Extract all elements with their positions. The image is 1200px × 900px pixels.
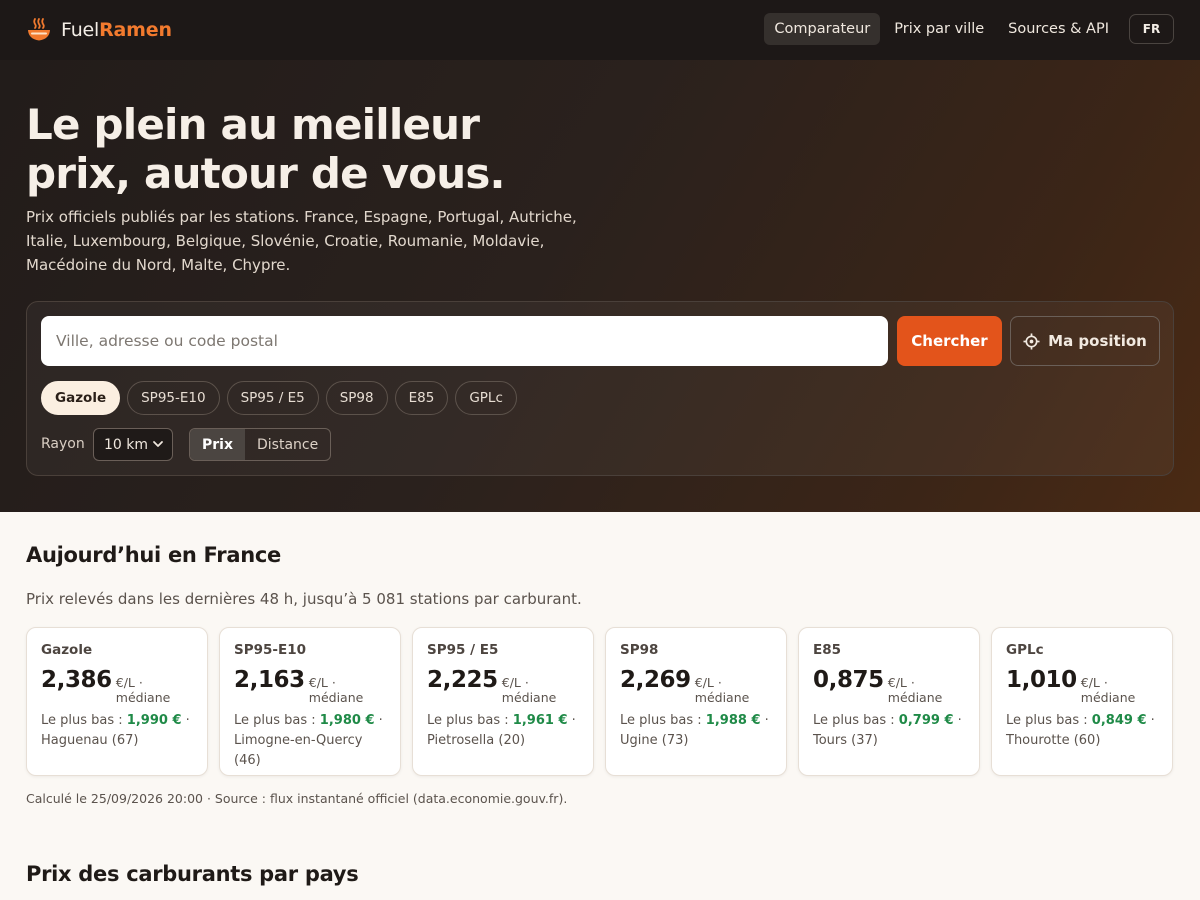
fuel-chip-e85[interactable]: E85 bbox=[394, 381, 449, 415]
card-lowest-price: 1,980 € bbox=[319, 713, 375, 728]
card-fuel-name: Gazole bbox=[41, 642, 93, 658]
brand-name-highlight: Ramen bbox=[99, 19, 172, 41]
today-footnote: Calculé le 25/09/2026 20:00 · Source : f… bbox=[26, 791, 568, 806]
fuel-price-card: Gazole 2,386 €/L · médiane Le plus bas :… bbox=[26, 627, 208, 776]
fuel-price-card: SP95 / E5 2,225 €/L · médiane Le plus ba… bbox=[412, 627, 594, 776]
language-switcher[interactable]: FR bbox=[1129, 14, 1174, 44]
card-fuel-name: SP98 bbox=[620, 642, 659, 658]
ramen-bowl-icon bbox=[26, 17, 52, 43]
my-position-button[interactable]: Ma position bbox=[1010, 316, 1160, 366]
card-lowest-price: 0,799 € bbox=[898, 713, 954, 728]
nav-link-sources-api[interactable]: Sources & API bbox=[998, 13, 1119, 45]
fuel-price-card: SP98 2,269 €/L · médiane Le plus bas : 1… bbox=[605, 627, 787, 776]
card-lowest-info: Le plus bas : 1,988 € · Ugine (73) bbox=[620, 713, 769, 748]
card-unit-label: €/L · médiane bbox=[1080, 675, 1136, 705]
brand-logo[interactable]: FuelRamen bbox=[26, 17, 172, 43]
today-section-subtitle: Prix relevés dans les dernières 48 h, ju… bbox=[26, 590, 582, 608]
brand-name-plain: Fuel bbox=[61, 19, 100, 41]
hero-title: Le plein au meilleur prix, autour de vou… bbox=[26, 100, 586, 198]
fuel-price-card: GPLc 1,010 €/L · médiane Le plus bas : 0… bbox=[991, 627, 1173, 776]
sort-toggle: Prix Distance bbox=[189, 428, 332, 461]
card-lowest-label: Le plus bas : bbox=[427, 713, 513, 728]
hero-title-line-1: Le plein au meilleur bbox=[26, 100, 480, 149]
card-lowest-label: Le plus bas : bbox=[1006, 713, 1092, 728]
card-price-row: 2,225 €/L · médiane bbox=[427, 667, 579, 705]
card-lowest-info: Le plus bas : 1,961 € · Pietrosella (20) bbox=[427, 713, 576, 748]
search-panel: Chercher Ma position Gazole SP95-E10 SP9… bbox=[26, 301, 1174, 476]
card-lowest-price: 1,988 € bbox=[705, 713, 761, 728]
card-price-row: 1,010 €/L · médiane bbox=[1006, 667, 1158, 705]
card-price-row: 2,269 €/L · médiane bbox=[620, 667, 772, 705]
card-lowest-location: Thourotte (60) bbox=[1006, 733, 1101, 748]
sort-option-distance[interactable]: Distance bbox=[245, 429, 330, 460]
card-lowest-label: Le plus bas : bbox=[234, 713, 320, 728]
fuel-chip-gplc[interactable]: GPLc bbox=[455, 381, 517, 415]
top-navigation-bar: FuelRamen Comparateur Prix par ville Sou… bbox=[0, 0, 1200, 60]
card-lowest-label: Le plus bas : bbox=[620, 713, 706, 728]
card-lowest-price: 1,961 € bbox=[512, 713, 568, 728]
radius-select-value: 10 km bbox=[104, 436, 149, 453]
radius-label: Rayon bbox=[41, 436, 85, 452]
main-nav: Comparateur Prix par ville Sources & API… bbox=[760, 13, 1174, 45]
card-median-price: 2,225 bbox=[427, 667, 498, 693]
fuel-chip-sp95-e10[interactable]: SP95-E10 bbox=[127, 381, 220, 415]
fuel-chip-gazole[interactable]: Gazole bbox=[41, 381, 121, 415]
card-price-row: 2,386 €/L · médiane bbox=[41, 667, 193, 705]
card-median-price: 0,875 bbox=[813, 667, 884, 693]
hero-subtitle: Prix officiels publiés par les stations.… bbox=[26, 208, 577, 274]
location-search-input[interactable] bbox=[41, 316, 888, 366]
card-unit-label: €/L · médiane bbox=[308, 675, 364, 705]
card-fuel-name: GPLc bbox=[1006, 642, 1044, 658]
card-fuel-name: SP95 / E5 bbox=[427, 642, 499, 658]
card-fuel-name: E85 bbox=[813, 642, 842, 658]
my-position-label: Ma position bbox=[1048, 332, 1147, 350]
card-price-row: 2,163 €/L · médiane bbox=[234, 667, 386, 705]
card-lowest-location: Tours (37) bbox=[813, 733, 878, 748]
card-lowest-info: Le plus bas : 0,799 € · Tours (37) bbox=[813, 713, 962, 748]
card-lowest-location: Limogne-en-Quercy (46) bbox=[234, 733, 363, 768]
fuel-price-cards: Gazole 2,386 €/L · médiane Le plus bas :… bbox=[26, 627, 1173, 776]
card-median-price: 2,386 bbox=[41, 667, 112, 693]
card-median-price: 2,269 bbox=[620, 667, 691, 693]
card-lowest-info: Le plus bas : 1,990 € · Haguenau (67) bbox=[41, 713, 190, 748]
fuel-price-card: SP95-E10 2,163 €/L · médiane Le plus bas… bbox=[219, 627, 401, 776]
card-median-price: 1,010 bbox=[1006, 667, 1077, 693]
card-fuel-name: SP95-E10 bbox=[234, 642, 307, 658]
card-lowest-price: 0,849 € bbox=[1091, 713, 1147, 728]
card-lowest-price: 1,990 € bbox=[126, 713, 182, 728]
nav-link-prix-par-ville[interactable]: Prix par ville bbox=[884, 13, 994, 45]
card-lowest-location: Haguenau (67) bbox=[41, 733, 139, 748]
crosshair-icon bbox=[1023, 332, 1040, 350]
card-lowest-label: Le plus bas : bbox=[813, 713, 899, 728]
card-unit-label: €/L · médiane bbox=[694, 675, 750, 705]
card-lowest-label: Le plus bas : bbox=[41, 713, 127, 728]
card-median-price: 2,163 bbox=[234, 667, 305, 693]
card-lowest-location: Pietrosella (20) bbox=[427, 733, 526, 748]
country-prices-section-title: Prix des carburants par pays bbox=[26, 862, 359, 886]
chevron-down-icon bbox=[153, 441, 163, 447]
card-unit-label: €/L · médiane bbox=[115, 675, 171, 705]
card-unit-label: €/L · médiane bbox=[887, 675, 943, 705]
fuel-chip-sp95-e5[interactable]: SP95 / E5 bbox=[226, 381, 319, 415]
fuel-chip-sp98[interactable]: SP98 bbox=[325, 381, 388, 415]
hero-title-line-2: prix, autour de vous. bbox=[26, 149, 506, 198]
fuel-price-card: E85 0,875 €/L · médiane Le plus bas : 0,… bbox=[798, 627, 980, 776]
card-lowest-location: Ugine (73) bbox=[620, 733, 689, 748]
card-unit-label: €/L · médiane bbox=[501, 675, 557, 705]
card-lowest-info: Le plus bas : 1,980 € · Limogne-en-Querc… bbox=[234, 713, 383, 768]
card-lowest-info: Le plus bas : 0,849 € · Thourotte (60) bbox=[1006, 713, 1155, 748]
card-price-row: 0,875 €/L · médiane bbox=[813, 667, 965, 705]
hero-section: Le plein au meilleur prix, autour de vou… bbox=[0, 60, 1200, 512]
brand-name: FuelRamen bbox=[61, 19, 172, 41]
search-button[interactable]: Chercher bbox=[897, 316, 1002, 366]
radius-select[interactable]: 10 km bbox=[93, 428, 173, 461]
fuel-type-chips: Gazole SP95-E10 SP95 / E5 SP98 E85 GPLc bbox=[41, 381, 517, 415]
sort-option-prix[interactable]: Prix bbox=[190, 429, 245, 460]
nav-link-comparateur[interactable]: Comparateur bbox=[764, 13, 881, 45]
today-section-title: Aujourd’hui en France bbox=[26, 543, 281, 567]
